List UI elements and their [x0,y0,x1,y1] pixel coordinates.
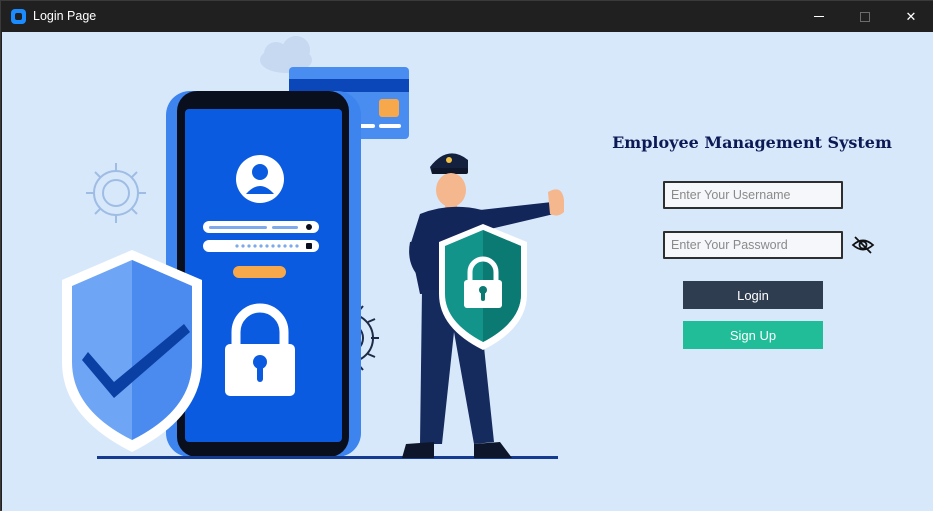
username-input[interactable] [663,181,843,209]
eye-slash-icon[interactable] [851,235,875,255]
title-bar[interactable]: Login Page ✕ [1,1,933,32]
phone-icon [166,91,361,457]
password-input[interactable] [663,231,843,259]
login-content: Employee Management System Login Sign Up [2,32,933,511]
app-heading: Employee Management System [612,133,892,152]
gear-icon [86,163,146,223]
security-illustration [62,36,564,459]
maximize-icon [860,11,870,22]
minimize-icon [814,16,824,17]
close-button[interactable]: ✕ [888,1,933,32]
signup-button[interactable]: Sign Up [683,321,823,349]
login-window: Login Page ✕ Employee Management System … [0,0,933,511]
login-button[interactable]: Login [683,281,823,309]
close-icon: ✕ [905,8,917,24]
minimize-button[interactable] [796,1,842,32]
maximize-button[interactable] [842,1,888,32]
app-icon [11,9,26,24]
window-title: Login Page [33,9,97,23]
